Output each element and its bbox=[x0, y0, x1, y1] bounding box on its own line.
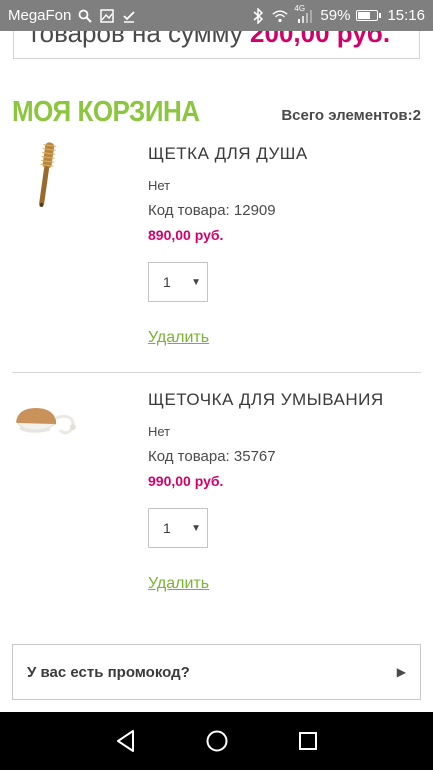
product-code: 35767 bbox=[233, 448, 276, 465]
image-icon bbox=[99, 8, 115, 24]
back-icon[interactable] bbox=[112, 727, 140, 755]
product-availability: Нет bbox=[148, 178, 171, 193]
chevron-down-icon: ▼ bbox=[191, 522, 201, 534]
quantity-select[interactable]: 1 ▼ bbox=[148, 508, 208, 548]
face-brush-icon[interactable] bbox=[12, 400, 80, 470]
bluetooth-icon bbox=[250, 7, 266, 24]
product-availability: Нет bbox=[148, 424, 171, 439]
cart-item-info: ЩЕТОЧКА ДЛЯ УМЫВАНИЯ Нет Код товара: 357… bbox=[148, 390, 423, 593]
triangle-right-icon: ▶ bbox=[396, 665, 406, 679]
promo-code-label: У вас есть промокод? bbox=[27, 663, 190, 681]
quantity-select[interactable]: 1 ▼ bbox=[148, 262, 208, 302]
battery-icon bbox=[356, 10, 382, 21]
clock: 15:16 bbox=[387, 7, 425, 24]
quantity-value: 1 bbox=[163, 274, 171, 290]
battery-percent: 59% bbox=[320, 7, 351, 24]
search-icon bbox=[77, 8, 93, 24]
product-code-label: Код товара: bbox=[148, 448, 230, 465]
wifi-icon bbox=[272, 8, 289, 24]
banner-amount: 200,00 руб. bbox=[250, 31, 391, 48]
order-total-banner: товаров на сумму 200,00 руб. bbox=[13, 31, 420, 59]
system-nav-bar bbox=[0, 712, 433, 770]
product-code: 12909 bbox=[233, 202, 276, 219]
cart-item-info: ЩЕТКА ДЛЯ ДУША Нет Код товара: 12909 890… bbox=[148, 144, 423, 347]
signal-icon: 4G bbox=[294, 4, 314, 24]
product-code-row: Код товара: 35767 bbox=[148, 448, 423, 465]
remove-item-link[interactable]: Удалить bbox=[148, 329, 209, 347]
cart-title: МОЯ КОРЗИНА bbox=[12, 94, 200, 128]
status-bar-left: MegaFon bbox=[8, 7, 137, 24]
promo-code-toggle[interactable]: У вас есть промокод? ▶ bbox=[12, 644, 421, 700]
carrier-name: MegaFon bbox=[8, 7, 72, 24]
home-icon[interactable] bbox=[203, 727, 231, 755]
bath-brush-icon[interactable] bbox=[12, 140, 80, 210]
status-bar: MegaFon 4G 59% 15:16 bbox=[0, 0, 433, 31]
chevron-down-icon: ▼ bbox=[191, 276, 201, 288]
product-name[interactable]: ЩЕТОЧКА ДЛЯ УМЫВАНИЯ bbox=[148, 390, 423, 410]
product-code-row: Код товара: 12909 bbox=[148, 202, 423, 219]
product-name[interactable]: ЩЕТКА ДЛЯ ДУША bbox=[148, 144, 423, 164]
product-code-label: Код товара: bbox=[148, 202, 230, 219]
status-bar-right: 4G 59% 15:16 bbox=[250, 4, 425, 24]
quantity-value: 1 bbox=[163, 520, 171, 536]
network-type: 4G bbox=[294, 3, 306, 13]
product-price: 890,00 руб. bbox=[148, 227, 224, 243]
check-icon bbox=[121, 8, 137, 24]
item-divider bbox=[12, 372, 421, 373]
banner-text: товаров на сумму bbox=[28, 31, 243, 48]
remove-item-link[interactable]: Удалить bbox=[148, 575, 209, 593]
total-items-count: Всего элементов:2 bbox=[281, 107, 421, 124]
product-price: 990,00 руб. bbox=[148, 473, 224, 489]
recents-icon[interactable] bbox=[294, 727, 322, 755]
